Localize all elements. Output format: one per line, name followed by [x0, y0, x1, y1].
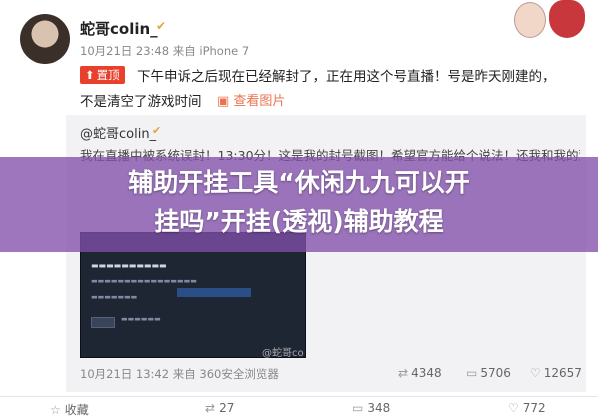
- image-icon: ▣: [217, 94, 234, 109]
- bottom-repost-count: 27: [219, 401, 235, 415]
- favorite-label: 收藏: [64, 403, 89, 417]
- bottom-repost-button[interactable]: ⇄ 27: [205, 401, 234, 415]
- sticker-devil-icon: [549, 0, 585, 38]
- screenshot-text-line: ▬▬▬▬▬▬▬: [91, 293, 138, 301]
- image-watermark: @蛇哥co: [262, 348, 304, 359]
- comment-icon: ▭: [352, 401, 364, 415]
- bottom-comment-count: 348: [367, 401, 391, 415]
- bottom-like-count: 772: [522, 401, 546, 415]
- verified-badge-icon: ✔: [152, 124, 162, 137]
- pin-icon: ⬆: [85, 68, 95, 82]
- avatar[interactable]: [20, 14, 70, 64]
- like-icon: ♡: [508, 401, 519, 415]
- overlay-title-line1: 辅助开挂工具“休闲九九可以开: [128, 168, 470, 197]
- like-count[interactable]: ♡ 12657: [530, 366, 582, 380]
- post-text-line1: 下午申诉之后现在已经解封了，正在用这个号直播！号是昨天刚建的，: [137, 69, 556, 85]
- bottom-comment-button[interactable]: ▭ 348: [352, 401, 390, 415]
- post-text-line2: 不是清空了游戏时间: [80, 94, 202, 110]
- screenshot-button: [91, 317, 115, 328]
- repost-meta: 10月21日 13:42 来自 360安全浏览器: [80, 367, 279, 381]
- repost-count-value: 4348: [411, 366, 442, 380]
- repost-count[interactable]: ⇄ 4348: [398, 366, 442, 380]
- star-icon: ☆: [50, 403, 61, 417]
- sticker-decoration: [504, 0, 588, 40]
- pin-badge: ⬆ 置顶: [80, 66, 125, 84]
- repost-username[interactable]: @蛇哥colin_: [80, 123, 156, 142]
- screenshot-text-line: ▬▬▬▬▬▬▬▬▬▬: [91, 261, 167, 270]
- pin-label: 置顶: [96, 68, 120, 82]
- verified-badge-icon: ✔: [156, 19, 167, 33]
- comment-icon: ▭: [466, 366, 478, 380]
- view-image-link[interactable]: ▣ 查看图片: [217, 90, 285, 109]
- repost-icon: ⇄: [398, 366, 409, 380]
- favorite-button[interactable]: ☆ 收藏: [50, 401, 89, 418]
- post-meta: 10月21日 23:48 来自 iPhone 7: [80, 44, 250, 58]
- comment-count-value: 5706: [480, 366, 511, 380]
- post-username[interactable]: 蛇哥colin_: [80, 18, 158, 39]
- overlay-title: 辅助开挂工具“休闲九九可以开 挂吗”开挂(透视)辅助教程: [0, 163, 598, 241]
- view-image-label: 查看图片: [233, 94, 286, 109]
- overlay-title-line2: 挂吗”开挂(透视)辅助教程: [154, 207, 444, 236]
- comment-count[interactable]: ▭ 5706: [466, 366, 511, 380]
- screenshot-text-line: ▬▬▬▬▬▬▬▬▬▬▬▬▬▬▬▬: [91, 277, 197, 285]
- like-count-value: 12657: [543, 366, 582, 380]
- screenshot-highlight: [177, 288, 251, 297]
- sticker-face-icon: [514, 2, 546, 38]
- bottom-like-button[interactable]: ♡ 772: [508, 401, 546, 415]
- repost-icon: ⇄: [205, 401, 216, 415]
- screenshot-text-line: ▬▬▬▬▬▬: [121, 315, 161, 323]
- like-icon: ♡: [530, 366, 541, 380]
